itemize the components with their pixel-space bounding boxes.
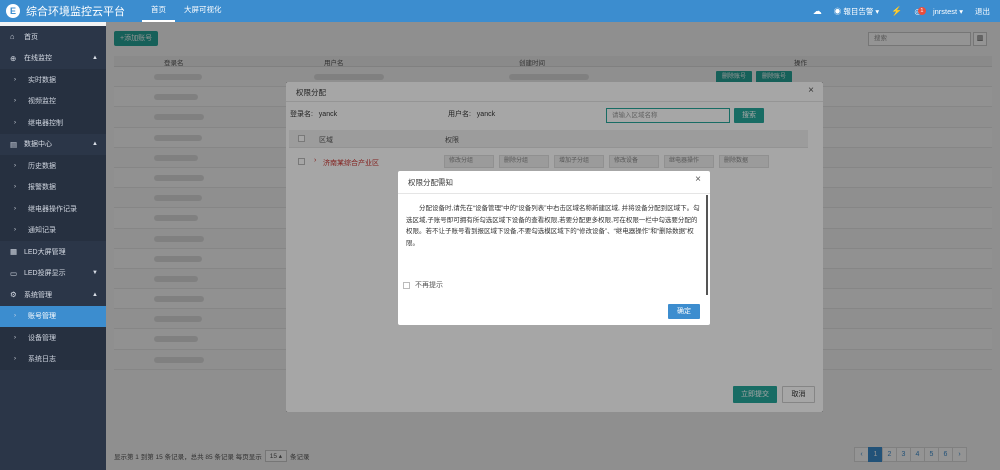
caret-up-icon: ▲ — [92, 141, 98, 148]
nav-home[interactable]: 首页 — [142, 0, 175, 22]
notice-body: 分配设备时,请先在“设备管理”中的“设备列表”中右击区域名称新建区域, 并将设备… — [406, 205, 700, 247]
sidebar-item-label: 在线监控 — [24, 55, 52, 63]
chevron-right-icon: › — [14, 356, 16, 363]
alarm-label: 報目告警 — [843, 6, 874, 16]
ok-button[interactable]: 确定 — [668, 304, 700, 319]
sidebar-item-video-monitor[interactable]: › 视频监控 — [0, 91, 106, 113]
chevron-right-icon: › — [14, 313, 16, 320]
sidebar-item-history-data[interactable]: › 历史数据 — [0, 155, 106, 177]
caret-down-icon: ▼ — [92, 270, 98, 277]
dont-show-checkbox[interactable] — [403, 281, 410, 289]
top-right-tools: ☁ ◉ 報目告警 ▾ ⚡ ◎1 jnrstest ▾ 退出 — [813, 0, 990, 22]
user-menu[interactable]: jnrstest ▾ — [933, 7, 963, 16]
cloud-icon[interactable]: ☁ — [813, 6, 822, 17]
message-badge: 1 — [917, 6, 926, 15]
sidebar: ⌂ 首页 ⊕ 在线监控 ▲ › 实时数据 › 视频监控 › 继电器控制 ▤ 数据中心 ▲ › 历史… — [0, 26, 106, 470]
sidebar-item-label: 设备管理 — [28, 334, 56, 342]
sidebar-item-label: 继电器控制 — [28, 119, 63, 127]
sidebar-item-relay-control[interactable]: › 继电器控制 — [0, 112, 106, 134]
globe-icon: ⊕ — [10, 53, 17, 63]
chevron-right-icon: › — [14, 98, 16, 105]
logout-link[interactable]: 退出 — [975, 6, 990, 17]
notice-dialog: 权限分配需知 × 分配设备时,请先在“设备管理”中的“设备列表”中右击区域名称新… — [398, 171, 710, 325]
chevron-right-icon: › — [14, 76, 16, 83]
nav-big-screen[interactable]: 大屏可视化 — [175, 0, 231, 22]
top-nav: 首页 大屏可视化 — [142, 0, 231, 22]
sidebar-item-home[interactable]: ⌂ 首页 — [0, 26, 106, 48]
sidebar-item-label: 继电器操作记录 — [28, 205, 77, 213]
sidebar-item-label: 账号管理 — [28, 313, 56, 321]
message-icon[interactable]: ◎1 — [914, 6, 926, 16]
sidebar-item-label: LED大屏管理 — [24, 248, 66, 256]
caret-up-icon: ▲ — [92, 55, 98, 62]
sidebar-item-realtime-data[interactable]: › 实时数据 — [0, 69, 106, 91]
sidebar-item-label: 系统日志 — [28, 356, 56, 364]
notice-title: 权限分配需知 — [408, 178, 453, 187]
sidebar-item-system[interactable]: ⚙ 系统管理 ▲ — [0, 284, 106, 306]
chevron-right-icon: › — [14, 205, 16, 212]
sidebar-item-label: LED投屏显示 — [24, 270, 66, 278]
dont-show-label: 不再提示 — [415, 282, 443, 289]
caret-up-icon: ▲ — [92, 291, 98, 298]
sidebar-item-label: 系统管理 — [24, 291, 52, 299]
app-title: 综合环境监控云平台 — [26, 6, 125, 18]
chevron-right-icon: › — [14, 334, 16, 341]
mute-icon[interactable]: ⚡ — [891, 6, 902, 17]
sidebar-item-led-cast[interactable]: ▭ LED投屏显示 ▼ — [0, 263, 106, 285]
sidebar-item-label: 视频监控 — [28, 98, 56, 106]
sidebar-item-notice-log[interactable]: › 通知记录 — [0, 220, 106, 242]
user-name: jnrstest — [932, 6, 958, 16]
dont-show-again[interactable]: 不再提示 — [403, 280, 443, 290]
sidebar-item-relay-log[interactable]: › 继电器操作记录 — [0, 198, 106, 220]
sidebar-item-system-log[interactable]: › 系统日志 — [0, 349, 106, 371]
close-icon[interactable]: × — [695, 174, 701, 185]
chevron-right-icon: › — [14, 227, 16, 234]
grid-icon: ▦ — [10, 247, 18, 257]
app-logo[interactable]: E 综合环境监控云平台 — [0, 3, 142, 19]
scrollbar[interactable] — [706, 195, 708, 295]
chevron-right-icon: › — [14, 184, 16, 191]
sidebar-item-led-screen[interactable]: ▦ LED大屏管理 — [0, 241, 106, 263]
sidebar-item-online-monitor[interactable]: ⊕ 在线监控 ▲ — [0, 48, 106, 70]
list-icon: ▤ — [10, 139, 18, 149]
sidebar-item-account-mgmt[interactable]: › 账号管理 — [0, 305, 106, 327]
sidebar-item-label: 报警数据 — [28, 184, 56, 192]
sidebar-item-label: 首页 — [24, 33, 38, 41]
bell-icon: ◉ — [833, 6, 842, 16]
logo-icon: E — [6, 4, 20, 18]
top-bar: E 综合环境监控云平台 首页 大屏可视化 ☁ ◉ 報目告警 ▾ ⚡ ◎1 jnr… — [0, 0, 1000, 22]
gear-icon: ⚙ — [10, 290, 17, 300]
chevron-right-icon: › — [14, 162, 16, 169]
sidebar-item-device-mgmt[interactable]: › 设备管理 — [0, 327, 106, 349]
sidebar-item-label: 历史数据 — [28, 162, 56, 170]
divider — [398, 193, 710, 194]
sidebar-item-label: 数据中心 — [24, 141, 52, 149]
sidebar-item-label: 实时数据 — [28, 76, 56, 84]
chevron-right-icon: › — [14, 119, 16, 126]
sidebar-item-alarm-data[interactable]: › 报警数据 — [0, 177, 106, 199]
home-icon: ⌂ — [10, 32, 15, 42]
sidebar-item-label: 通知记录 — [28, 227, 56, 235]
alarm-menu[interactable]: ◉ 報目告警 ▾ — [834, 6, 879, 17]
monitor-icon: ▭ — [10, 268, 18, 278]
sidebar-item-data-center[interactable]: ▤ 数据中心 ▲ — [0, 134, 106, 156]
